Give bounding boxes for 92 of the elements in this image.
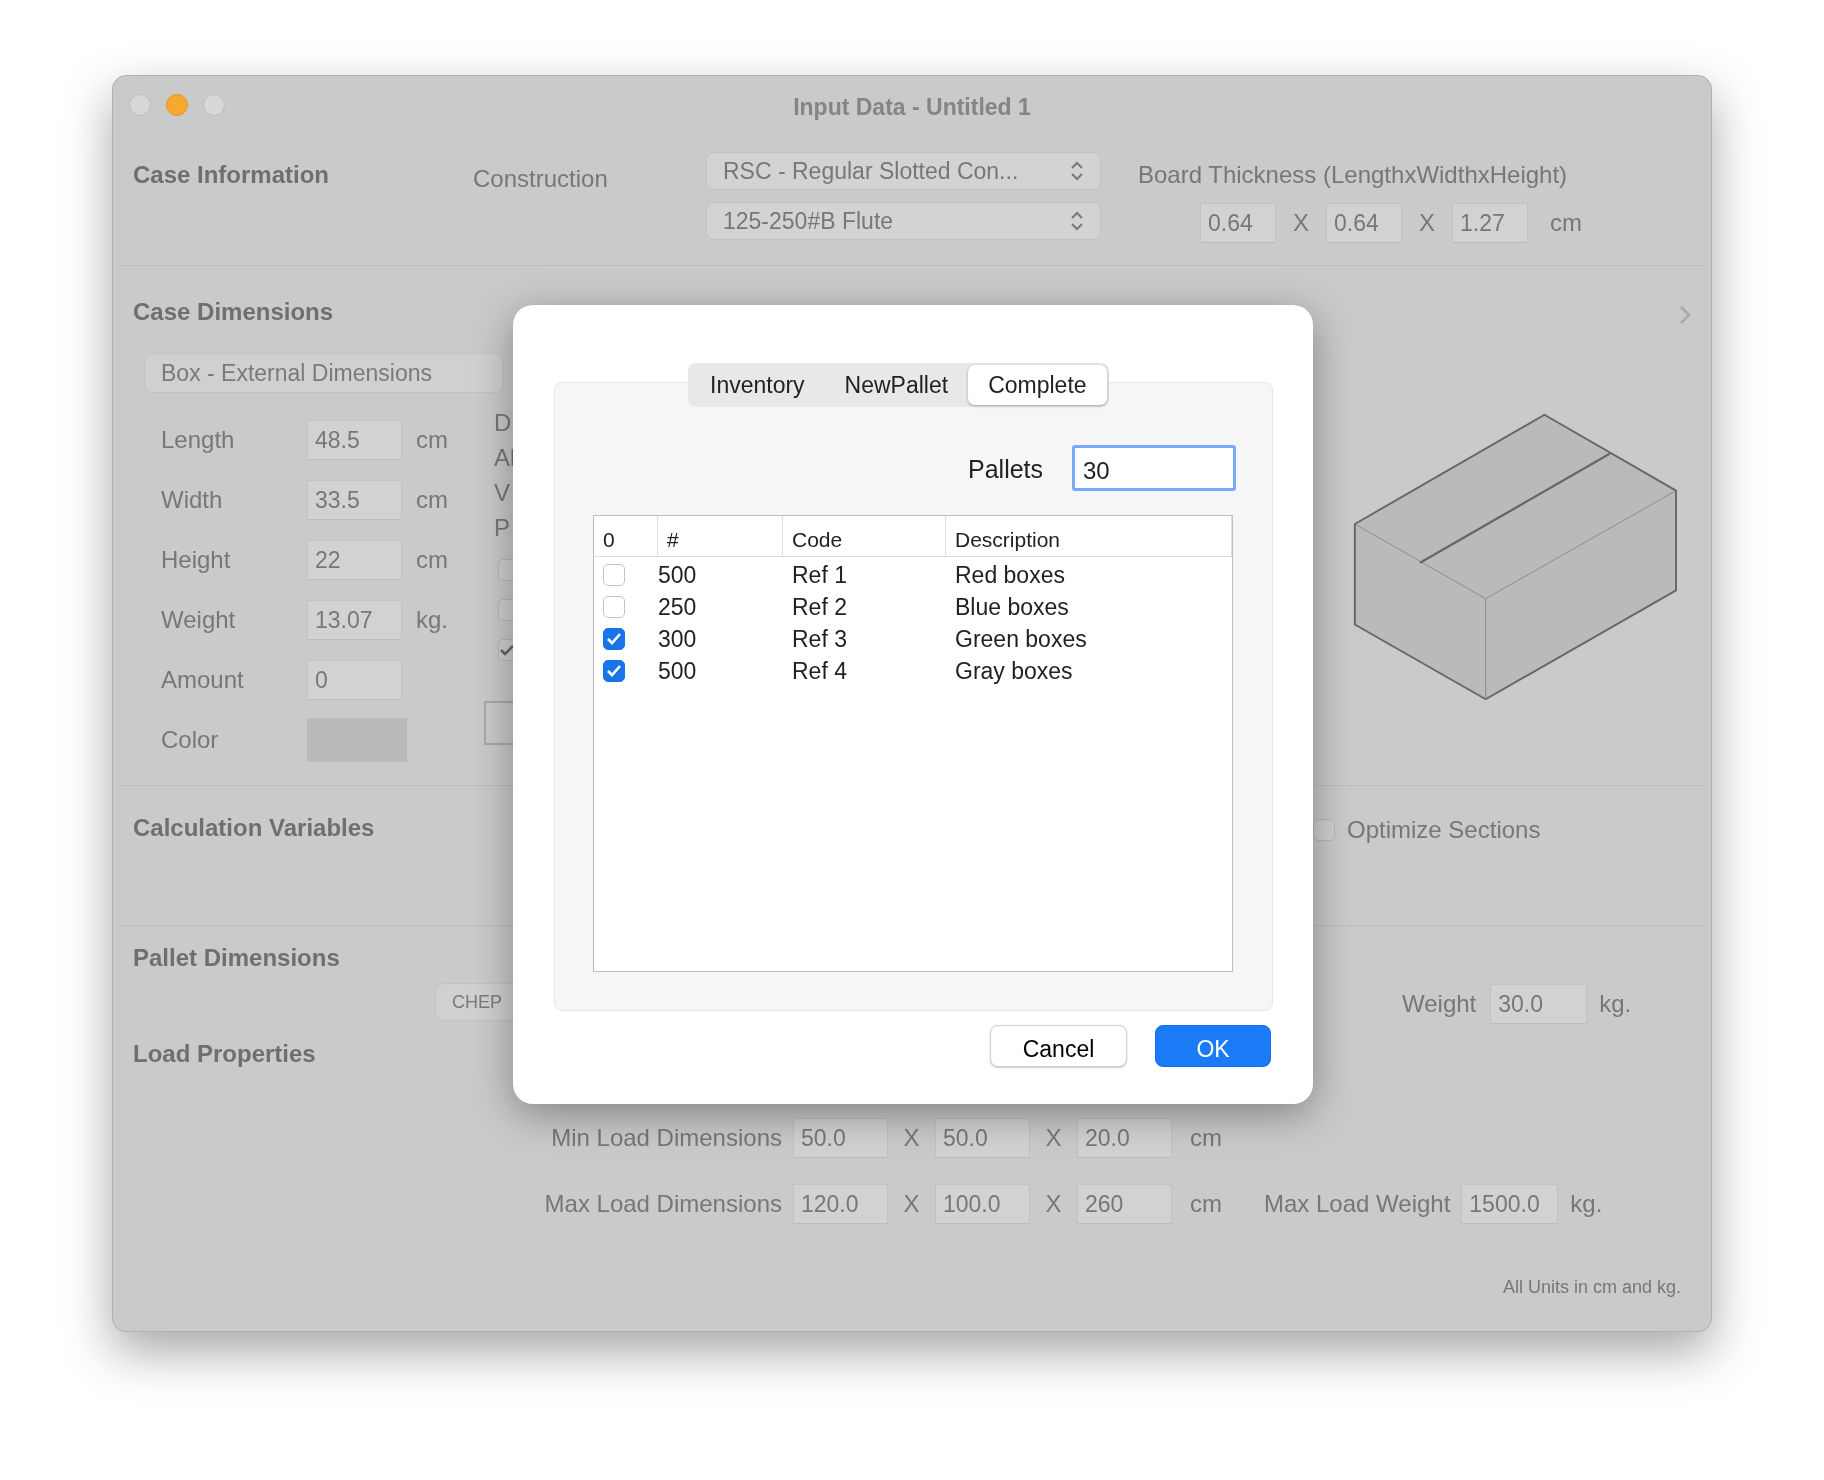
field-label: Weight [160, 605, 237, 635]
field-label: Construction [473, 164, 609, 194]
unit-text: kg. [1599, 989, 1632, 1019]
input-field[interactable]: 50.0 [935, 1118, 1030, 1158]
input-field[interactable]: 260 [1077, 1184, 1172, 1224]
column-header[interactable]: Description [946, 516, 1232, 556]
input-field[interactable]: 0 [307, 660, 402, 700]
field-label: Amount [160, 665, 245, 695]
field-label: Weight [1402, 989, 1477, 1019]
checkbox[interactable] [1313, 819, 1335, 841]
zoom-button[interactable] [203, 94, 225, 116]
unit-text: cm [1190, 1189, 1222, 1219]
input-field[interactable]: 120.0 [793, 1184, 888, 1224]
table-cell-text: Blue boxes [954, 593, 1069, 622]
field-label: Max Load Weight [1264, 1189, 1451, 1219]
table-cell-text: 500 [658, 657, 698, 686]
field-label: Pallets [968, 454, 1044, 485]
checkbox[interactable] [498, 599, 514, 621]
table-cell-text: 300 [658, 625, 698, 654]
unit-text: cm [416, 425, 448, 455]
cancel-button[interactable]: Cancel [990, 1025, 1127, 1067]
checkbox[interactable] [603, 628, 625, 650]
table-cell-text: Ref 4 [791, 657, 848, 686]
input-field[interactable]: 48.5 [307, 420, 402, 460]
input-field[interactable]: 50.0 [793, 1118, 888, 1158]
section-heading: Pallet Dimensions [133, 943, 340, 973]
unit-text: kg. [416, 605, 448, 635]
table-cell-text: Ref 3 [791, 625, 848, 654]
separator-text: X [1044, 1189, 1063, 1219]
section-heading: Load Properties [133, 1039, 316, 1069]
field-label: Length [160, 425, 236, 455]
input-field[interactable]: 1.27 [1452, 203, 1528, 243]
input-field[interactable]: 22 [307, 540, 402, 580]
input-field[interactable]: 100.0 [935, 1184, 1030, 1224]
table-cell-text: Ref 2 [791, 593, 848, 622]
ok-button[interactable]: OK [1155, 1025, 1271, 1067]
input-field[interactable]: 0.64 [1200, 203, 1276, 243]
separator-text: X [1292, 208, 1310, 238]
unit-text: kg. [1570, 1189, 1603, 1219]
field-label: Width [160, 485, 224, 515]
mode-button[interactable]: Box - External Dimensions [144, 353, 504, 393]
table-cell-text: 500 [658, 561, 698, 590]
select-field[interactable]: 125-250#B Flute [706, 202, 1101, 240]
section-heading: Case Information [133, 160, 330, 190]
separator-text: X [902, 1189, 921, 1219]
minimize-button[interactable] [166, 94, 188, 116]
input-field[interactable]: 1500.0 [1461, 1184, 1559, 1224]
table-cell-text: Red boxes [954, 561, 1065, 590]
checkbox[interactable] [498, 639, 514, 661]
select-field[interactable]: RSC - Regular Slotted Con... [706, 152, 1101, 190]
checkbox[interactable] [603, 596, 625, 618]
separator-text: X [902, 1123, 921, 1153]
tab[interactable]: Complete [968, 365, 1107, 405]
field-label: D [494, 408, 513, 438]
chevron-icon[interactable] [1678, 304, 1692, 326]
input-field[interactable]: 0.64 [1326, 203, 1402, 243]
column-header[interactable]: 0 [594, 516, 658, 556]
input-field[interactable]: 30.0 [1490, 984, 1588, 1024]
unit-text: cm [1550, 208, 1582, 238]
unit-text: cm [416, 545, 448, 575]
field-label: Height [160, 545, 232, 575]
input-field[interactable]: 13.07 [307, 600, 402, 640]
section-heading: Case Dimensions [133, 297, 334, 327]
table-cell-text: Ref 1 [791, 561, 848, 590]
column-header[interactable]: # [658, 516, 783, 556]
checkbox[interactable] [498, 559, 514, 581]
input-field[interactable]: 33.5 [307, 480, 402, 520]
table-cell-text: 250 [658, 593, 698, 622]
unit-text: cm [416, 485, 448, 515]
column-header[interactable]: Code [783, 516, 946, 556]
field-label: Color [160, 725, 220, 755]
pallets-field[interactable]: 30 [1072, 445, 1236, 491]
input-field[interactable]: 20.0 [1077, 1118, 1172, 1158]
close-button[interactable] [129, 94, 151, 116]
separator-text: X [1418, 208, 1436, 238]
tab[interactable]: NewPallet [824, 365, 969, 405]
field-label: P [494, 513, 511, 543]
field-label: Board Thickness (LengthxWidthxHeight) [1138, 160, 1569, 190]
separator-text: X [1044, 1123, 1063, 1153]
field-label: Min Load Dimensions [550, 1123, 783, 1153]
footer-note: All Units in cm and kg. [1502, 1276, 1681, 1299]
tab[interactable]: Inventory [690, 365, 825, 405]
checkbox[interactable] [603, 660, 625, 682]
table-cell-text: Green boxes [954, 625, 1087, 654]
field-label: Max Load Dimensions [543, 1189, 783, 1219]
section-heading: Calculation Variables [133, 813, 375, 843]
window-title: Input Data - Untitled 1 [793, 93, 1031, 122]
checkbox-label: Optimize Sections [1347, 815, 1541, 845]
table-cell-text: Gray boxes [954, 657, 1073, 686]
field-label: V [494, 478, 511, 508]
checkbox[interactable] [603, 564, 625, 586]
unit-text: cm [1190, 1123, 1222, 1153]
